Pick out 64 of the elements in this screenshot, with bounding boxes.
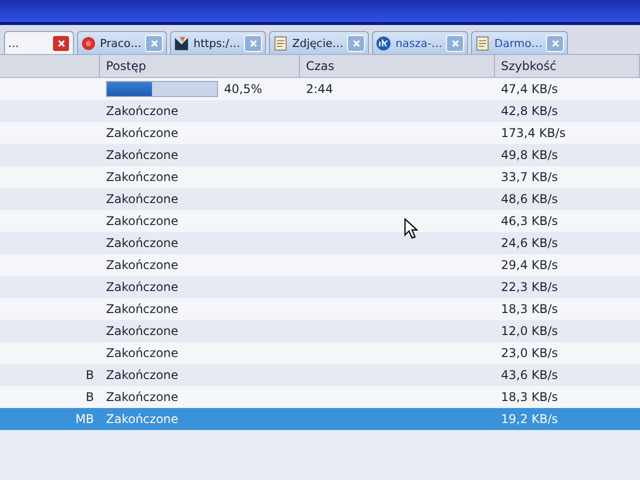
speed-text: 19,2 KB/s bbox=[501, 412, 558, 426]
browser-tab[interactable]: … bbox=[4, 31, 74, 54]
logo-icon bbox=[174, 36, 190, 50]
badge-icon bbox=[376, 36, 392, 50]
status-text: Zakończone bbox=[106, 324, 178, 338]
mouse-cursor-icon bbox=[404, 218, 418, 240]
status-text: Zakończone bbox=[106, 302, 178, 316]
close-icon[interactable] bbox=[244, 34, 262, 52]
download-row[interactable]: Zakończone 48,6 KB/s bbox=[0, 188, 640, 210]
column-header[interactable]: Czas bbox=[300, 55, 495, 77]
status-text: Zakończone bbox=[106, 236, 178, 250]
speed-text: 23,0 KB/s bbox=[501, 346, 558, 360]
status-text: Zakończone bbox=[106, 390, 178, 404]
column-header[interactable]: Szybkość bbox=[495, 55, 640, 77]
status-text: Zakończone bbox=[106, 412, 178, 426]
status-text: Zakończone bbox=[106, 148, 178, 162]
speed-text: 48,6 KB/s bbox=[501, 192, 558, 206]
speed-text: 46,3 KB/s bbox=[501, 214, 558, 228]
download-row[interactable]: Zakończone 49,8 KB/s bbox=[0, 144, 640, 166]
status-text: Zakończone bbox=[106, 214, 178, 228]
column-header[interactable]: Postęp bbox=[100, 55, 300, 77]
status-text: Zakończone bbox=[106, 126, 178, 140]
status-text: Zakończone bbox=[106, 104, 178, 118]
speed-text: 49,8 KB/s bbox=[501, 148, 558, 162]
status-text: Zakończone bbox=[106, 258, 178, 272]
speed-text: 18,3 KB/s bbox=[501, 302, 558, 316]
page-icon bbox=[475, 36, 490, 50]
browser-tab[interactable]: nasza-… bbox=[372, 31, 468, 54]
flower-icon bbox=[81, 36, 96, 50]
speed-text: 33,7 KB/s bbox=[501, 170, 558, 184]
close-icon[interactable] bbox=[446, 34, 464, 52]
status-text: Zakończone bbox=[106, 170, 178, 184]
browser-tab[interactable]: https:/… bbox=[170, 31, 266, 54]
speed-text: 24,6 KB/s bbox=[501, 236, 558, 250]
status-text: Zakończone bbox=[106, 192, 178, 206]
speed-text: 42,8 KB/s bbox=[501, 104, 558, 118]
download-row[interactable]: Zakończone 24,6 KB/s bbox=[0, 232, 640, 254]
close-icon[interactable] bbox=[145, 34, 164, 52]
table-cell: MB bbox=[75, 412, 94, 426]
status-text: Zakończone bbox=[106, 368, 178, 382]
speed-text: 43,6 KB/s bbox=[501, 368, 558, 382]
time-text: 2:44 bbox=[306, 82, 333, 96]
download-row[interactable]: Zakończone 42,8 KB/s bbox=[0, 100, 640, 122]
speed-text: 12,0 KB/s bbox=[501, 324, 558, 338]
page-icon bbox=[273, 36, 288, 50]
status-text: Zakończone bbox=[106, 346, 178, 360]
speed-text: 18,3 KB/s bbox=[501, 390, 558, 404]
close-icon[interactable] bbox=[546, 34, 564, 52]
speed-text: 29,4 KB/s bbox=[501, 258, 558, 272]
status-text: Zakończone bbox=[106, 280, 178, 294]
table-cell: B bbox=[86, 390, 94, 404]
browser-tab[interactable]: Darmo… bbox=[471, 31, 568, 54]
close-icon[interactable] bbox=[52, 34, 70, 52]
speed-text: 47,4 KB/s bbox=[501, 82, 558, 96]
browser-tab[interactable]: Praco… bbox=[77, 31, 168, 54]
download-row[interactable]: Zakończone 12,0 KB/s bbox=[0, 320, 640, 342]
progress-percent: 40,5% bbox=[224, 82, 262, 96]
download-row[interactable]: B Zakończone 43,6 KB/s bbox=[0, 364, 640, 386]
browser-tab[interactable]: Zdjęcie… bbox=[269, 31, 370, 54]
speed-text: 173,4 KB/s bbox=[501, 126, 566, 140]
close-icon[interactable] bbox=[347, 34, 366, 52]
speed-text: 22,3 KB/s bbox=[501, 280, 558, 294]
table-cell: B bbox=[86, 368, 94, 382]
download-row[interactable]: Zakończone 22,3 KB/s bbox=[0, 276, 640, 298]
